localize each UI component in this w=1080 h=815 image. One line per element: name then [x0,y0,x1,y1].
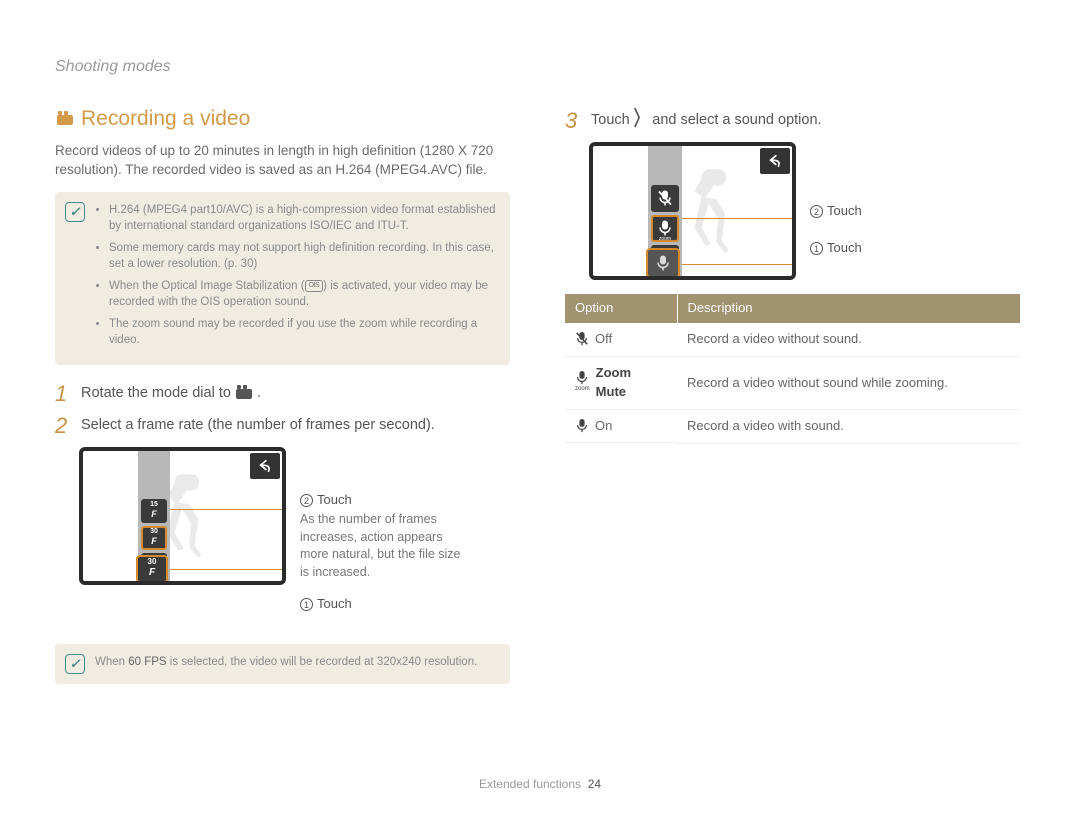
table-row: On Record a video with sound. [565,410,1020,444]
sound-option-figure: zoom 2 Touch 1 Touch [589,142,1020,280]
step-number: 2 [55,415,73,437]
note-bullet: Some memory cards may not support high d… [109,240,498,272]
page-footer: Extended functions 24 [0,776,1080,793]
movie-icon [55,111,75,127]
fps-note-box: ✓ When 60 FPS is selected, the video wil… [55,644,510,684]
step-number: 3 [565,110,583,132]
ois-icon: OIS [305,280,324,292]
circled-1-icon: 1 [300,598,313,611]
back-button[interactable] [760,148,790,174]
touch-label: Touch [827,203,862,218]
mic-off-icon [575,332,589,346]
step-3: 3 Touch 〉 and select a sound option. [565,110,1020,132]
current-fps-highlight[interactable]: 30F [136,555,168,583]
page-heading: Recording a video [55,104,510,134]
table-row: Off Record a video without sound. [565,323,1020,357]
chevron-right-icon: 〉 [634,106,649,135]
circled-2-icon: 2 [300,494,313,507]
note-icon: ✓ [65,654,85,674]
current-sound-highlight[interactable] [646,248,680,278]
skater-silhouette [688,162,748,262]
fps-option-15[interactable]: 15F [141,499,167,523]
right-column: 3 Touch 〉 and select a sound option. zoo… [565,104,1020,702]
section-label: Shooting modes [55,55,1025,78]
table-header-option: Option [565,294,677,323]
note-bullet: The zoom sound may be recorded if you us… [109,316,498,348]
camera-screen: zoom [589,142,796,280]
note-bullet: H.264 (MPEG4 part10/AVC) is a high-compr… [109,202,498,234]
mic-zoom-icon [575,371,589,385]
sound-option-zoom-mute[interactable]: zoom [651,215,679,242]
step-number: 1 [55,383,73,405]
callouts: 2 Touch As the number of frames increases… [300,447,470,631]
touch-label: Touch [317,492,352,507]
circled-2-icon: 2 [810,205,823,218]
circled-1-icon: 1 [810,242,823,255]
frame-rate-figure: 15F 30F 60F 30F 2 Touch As the number of … [79,447,510,631]
fps-option-30[interactable]: 30F [141,526,167,550]
touch-label: Touch [827,240,862,255]
intro-text: Record videos of up to 20 minutes in len… [55,141,510,180]
info-note-box: ✓ H.264 (MPEG4 part10/AVC) is a high-com… [55,192,510,365]
back-button[interactable] [250,453,280,479]
touch-label: Touch [317,596,352,611]
camera-screen: 15F 30F 60F 30F [79,447,286,585]
step-1: 1 Rotate the mode dial to . [55,383,510,405]
mic-on-icon [575,419,589,433]
left-column: Recording a video Record videos of up to… [55,104,510,702]
callouts: 2 Touch 1 Touch [810,142,862,274]
note-icon: ✓ [65,202,85,222]
table-row: zoomZoomMute Record a video without soun… [565,357,1020,410]
table-header-description: Description [677,294,1020,323]
callout-desc: As the number of frames increases, actio… [300,511,470,581]
movie-mode-icon [235,387,253,399]
skater-silhouette [161,467,221,567]
note-bullet: When the Optical Image Stabilization (OI… [109,278,498,310]
step-2: 2 Select a frame rate (the number of fra… [55,415,510,437]
sound-option-off[interactable] [651,185,679,212]
sound-options-table: Option Description Off Record a video wi… [565,294,1020,444]
heading-text: Recording a video [81,104,250,134]
